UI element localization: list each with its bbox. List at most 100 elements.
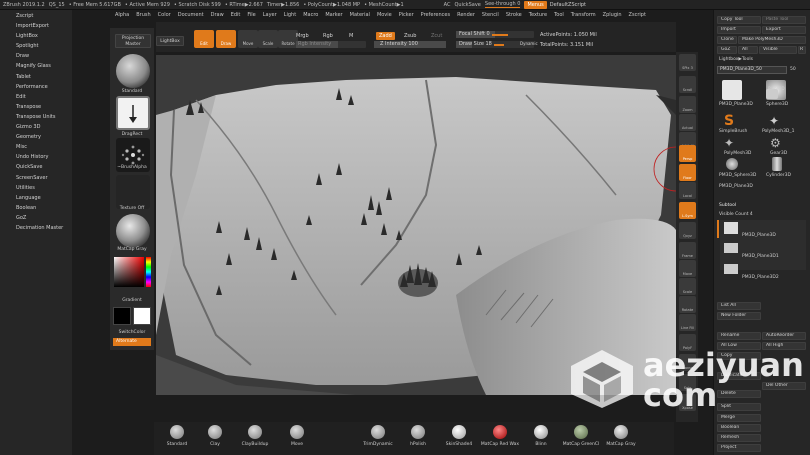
menu-marker[interactable]: Marker bbox=[325, 12, 342, 18]
line-fill-button[interactable]: Line Fill bbox=[679, 314, 696, 331]
palette-item[interactable]: Geometry bbox=[0, 132, 72, 142]
zsub-toggle[interactable]: Zsub bbox=[404, 33, 416, 39]
switchcolor-label[interactable]: SwitchColor bbox=[110, 330, 154, 335]
menu-color[interactable]: Color bbox=[158, 12, 171, 18]
material-skinshade4[interactable]: SkinShade4 bbox=[438, 425, 480, 447]
all-button[interactable]: All bbox=[738, 46, 758, 54]
mrgb-toggle[interactable]: Mrgb bbox=[296, 33, 309, 39]
menu-document[interactable]: Document bbox=[178, 12, 204, 18]
palette-item[interactable]: ScreenSaver bbox=[0, 173, 72, 183]
subtool-thumb[interactable] bbox=[724, 222, 738, 234]
stroke-thumbnail[interactable] bbox=[116, 96, 150, 130]
make-polymesh-button[interactable]: Make PolyMesh3D bbox=[738, 36, 806, 44]
actual-button[interactable]: Actual bbox=[679, 114, 696, 131]
material-thumbnail[interactable] bbox=[116, 214, 150, 248]
import-button[interactable]: Import bbox=[717, 26, 761, 34]
r-button[interactable]: R bbox=[798, 46, 806, 54]
menu-preferences[interactable]: Preferences bbox=[421, 12, 450, 18]
color-picker[interactable] bbox=[114, 257, 144, 287]
palette-item[interactable]: ImportExport bbox=[0, 21, 72, 31]
brush-trimdynamic[interactable]: TrimDynamic bbox=[357, 425, 399, 447]
brush-standard[interactable]: Standard bbox=[156, 425, 198, 447]
rotate-view-button[interactable]: Rotate bbox=[679, 296, 696, 313]
menu-stroke[interactable]: Stroke bbox=[506, 12, 522, 18]
m-toggle[interactable]: M bbox=[349, 33, 353, 39]
projection-master-button[interactable]: Projection Master bbox=[115, 34, 151, 48]
palette-item[interactable]: Decimation Master bbox=[0, 223, 72, 233]
palette-item[interactable]: Transpose bbox=[0, 102, 72, 112]
palette-item[interactable]: Spotlight bbox=[0, 41, 72, 51]
menu-draw[interactable]: Draw bbox=[211, 12, 224, 18]
zcut-toggle[interactable]: Zcut bbox=[431, 33, 442, 39]
polymesh3d-icon[interactable]: ✦ bbox=[724, 136, 734, 150]
menu-texture[interactable]: Texture bbox=[529, 12, 547, 18]
subtool-name[interactable]: PM3D_Plane3D bbox=[742, 233, 776, 238]
menu-zscript[interactable]: Zscript bbox=[629, 12, 646, 18]
palette-item[interactable]: Language bbox=[0, 193, 72, 203]
material-matcap-gray[interactable]: MatCap Gray bbox=[600, 425, 642, 447]
subtool-name[interactable]: PM3D_Plane3D2 bbox=[742, 275, 779, 280]
export-button[interactable]: Export bbox=[762, 26, 806, 34]
autoreorder-button[interactable]: AutoReorder bbox=[762, 332, 806, 340]
menu-brush[interactable]: Brush bbox=[136, 12, 150, 18]
palette-item[interactable]: QuickSave bbox=[0, 162, 72, 172]
zoom-button[interactable]: Zoom bbox=[679, 96, 696, 113]
project-button[interactable]: Project bbox=[717, 444, 761, 452]
brush-claybuildup[interactable]: ClayBuildup bbox=[234, 425, 276, 447]
current-tool-slider[interactable]: PM3D_Plane3D_50 bbox=[717, 66, 787, 74]
palette-item[interactable]: Magnify Glass bbox=[0, 61, 72, 71]
secondary-color-swatch[interactable] bbox=[113, 307, 131, 325]
remesh-button[interactable]: Remesh bbox=[717, 434, 761, 442]
tool-thumb-pm3d-plane[interactable] bbox=[722, 80, 742, 100]
cylinder-icon[interactable] bbox=[772, 157, 782, 171]
subtool-name[interactable]: PM3D_Plane3D1 bbox=[742, 254, 779, 259]
menu-edit[interactable]: Edit bbox=[231, 12, 241, 18]
edit-button[interactable]: Edit bbox=[194, 30, 214, 48]
goz-button[interactable]: GoZ bbox=[717, 46, 737, 54]
rgb-toggle[interactable]: Rgb bbox=[323, 33, 333, 39]
draw-button[interactable]: Draw bbox=[216, 30, 236, 48]
sphere-icon[interactable] bbox=[726, 158, 738, 170]
brush-clay[interactable]: Clay bbox=[194, 425, 236, 447]
palette-item[interactable]: Tablet bbox=[0, 72, 72, 82]
menu-alpha[interactable]: Alpha bbox=[115, 12, 129, 18]
menu-stencil[interactable]: Stencil bbox=[482, 12, 499, 18]
palette-item[interactable]: Draw bbox=[0, 51, 72, 61]
merge-button[interactable]: Merge bbox=[717, 414, 761, 422]
palette-item[interactable]: LightBox bbox=[0, 31, 72, 41]
spix-button[interactable]: SPix 3 bbox=[679, 54, 696, 71]
menu-material[interactable]: Material bbox=[350, 12, 370, 18]
visible-button[interactable]: Visible bbox=[759, 46, 797, 54]
floor-button[interactable]: Floor bbox=[679, 164, 696, 181]
subtool-thumb[interactable] bbox=[724, 243, 738, 253]
qxyz-button[interactable]: Qxyz bbox=[679, 222, 696, 239]
new-folder-button[interactable]: New Folder bbox=[717, 312, 761, 320]
see-through-slider[interactable]: See-through 0 bbox=[484, 1, 521, 8]
alternate-button[interactable]: Alternate bbox=[113, 338, 151, 346]
palette-item[interactable]: Gizmo 3D bbox=[0, 122, 72, 132]
hue-strip[interactable] bbox=[146, 257, 151, 287]
menus-button[interactable]: Menus bbox=[524, 0, 547, 9]
default-zscript-button[interactable]: DefaultZScript bbox=[550, 2, 586, 8]
rotate-button[interactable]: Rotate bbox=[278, 30, 298, 48]
scale-view-button[interactable]: Scale bbox=[679, 278, 696, 295]
clone-button[interactable]: Clone bbox=[717, 36, 737, 44]
palette-item[interactable]: Utilities bbox=[0, 183, 72, 193]
polymesh-star-icon[interactable]: ✦ bbox=[769, 114, 779, 128]
texture-thumbnail[interactable] bbox=[116, 175, 150, 209]
palette-item[interactable]: Edit bbox=[0, 92, 72, 102]
menu-zplugin[interactable]: Zplugin bbox=[603, 12, 622, 18]
frame-button[interactable]: Frame bbox=[679, 242, 696, 259]
lightbox-button[interactable]: LightBox bbox=[156, 36, 184, 46]
list-all-button[interactable]: List All bbox=[717, 302, 761, 310]
zadd-toggle[interactable]: Zadd bbox=[376, 32, 395, 40]
scale-button[interactable]: Scale bbox=[258, 30, 278, 48]
brush-thumbnail[interactable] bbox=[116, 54, 150, 88]
menu-transform[interactable]: Transform bbox=[571, 12, 596, 18]
material-blinn[interactable]: Blinn bbox=[520, 425, 562, 447]
move-button[interactable]: Move bbox=[238, 30, 258, 48]
menu-movie[interactable]: Movie bbox=[377, 12, 392, 18]
persp-button[interactable]: Persp bbox=[679, 145, 696, 162]
rename-button[interactable]: Rename bbox=[717, 332, 761, 340]
palette-item[interactable]: Performance bbox=[0, 82, 72, 92]
